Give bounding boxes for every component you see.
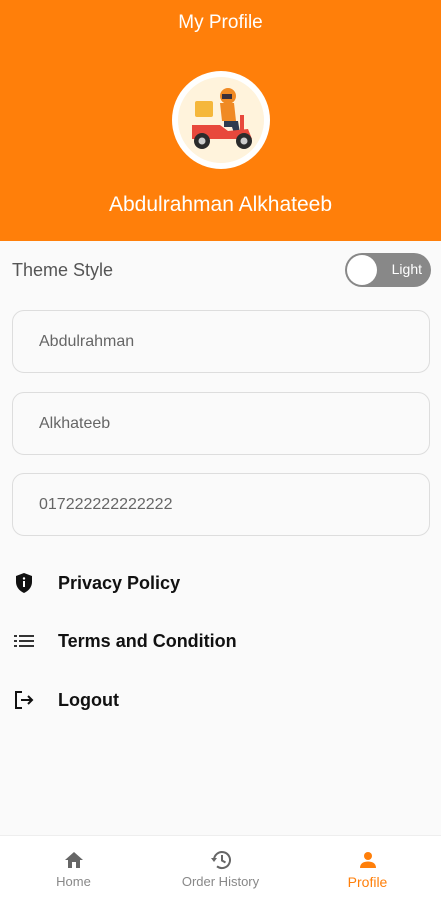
theme-style-label: Theme Style — [12, 259, 114, 280]
page-title: My Profile — [178, 12, 263, 33]
person-icon — [357, 849, 379, 871]
shield-icon — [12, 571, 36, 595]
nav-label-order-history: Order History — [181, 874, 260, 889]
user-name: Abdulrahman Alkhateeb — [109, 193, 332, 216]
history-icon — [210, 849, 232, 871]
profile-header: My Profile Abdulrahman Alkhateeb — [0, 0, 441, 241]
theme-style-row: Theme Style Light — [12, 253, 431, 287]
menu-label-privacy: Privacy Policy — [58, 572, 181, 593]
last-name-field[interactable]: Alkhateeb — [12, 392, 430, 455]
nav-item-profile[interactable]: Profile — [294, 836, 441, 900]
menu-label-logout: Logout — [58, 689, 119, 710]
theme-toggle[interactable]: Light — [345, 253, 431, 287]
menu-item-privacy-policy[interactable]: Privacy Policy — [12, 563, 429, 603]
avatar[interactable] — [172, 71, 270, 169]
bottom-navigation: Home Order History Profile — [0, 835, 441, 900]
theme-toggle-text: Light — [391, 261, 422, 277]
nav-item-order-history[interactable]: Order History — [147, 836, 294, 900]
logout-icon — [12, 688, 36, 712]
menu-item-terms[interactable]: Terms and Condition — [12, 621, 429, 661]
menu-item-logout[interactable]: Logout — [12, 680, 429, 720]
list-icon — [12, 629, 36, 653]
nav-label-home: Home — [56, 874, 91, 889]
menu-label-terms: Terms and Condition — [58, 630, 237, 651]
toggle-knob — [347, 255, 377, 285]
nav-label-profile: Profile — [347, 874, 388, 890]
home-icon — [63, 849, 85, 871]
delivery-scooter-icon — [178, 77, 264, 163]
nav-item-home[interactable]: Home — [0, 836, 147, 900]
phone-field[interactable]: 017222222222222 — [12, 473, 430, 536]
first-name-field[interactable]: Abdulrahman — [12, 310, 430, 373]
